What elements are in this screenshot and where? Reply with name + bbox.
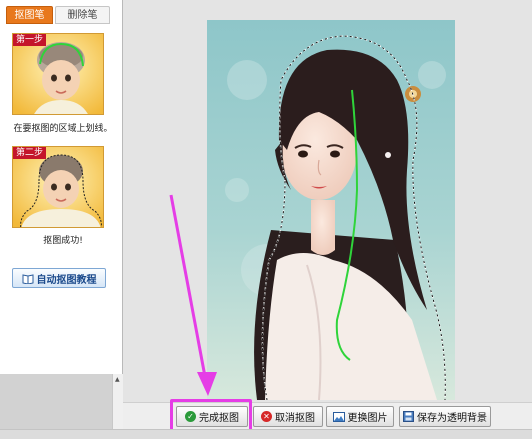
finish-cutout-button[interactable]: ✓ 完成抠图 <box>176 406 248 427</box>
step2-example-image: 第二步 <box>12 146 104 228</box>
image-icon <box>332 411 345 422</box>
save-transparent-bg-label: 保存为透明背景 <box>417 413 487 424</box>
portrait-photo[interactable] <box>207 20 455 400</box>
replace-image-button[interactable]: 更换图片 <box>326 406 394 427</box>
tab-cutout-pen[interactable]: 抠图笔 <box>6 6 53 24</box>
step1-badge: 第一步 <box>13 34 47 46</box>
checkmark-icon: ✓ <box>185 411 196 422</box>
save-disk-icon <box>403 411 414 422</box>
step2-badge: 第二步 <box>13 147 47 159</box>
step1-caption: 在要抠图的区域上划线。 <box>13 124 113 134</box>
replace-image-label: 更换图片 <box>347 413 388 424</box>
cancel-icon: ✕ <box>261 411 272 422</box>
window-bottom-edge <box>0 429 532 439</box>
finish-cutout-label: 完成抠图 <box>199 413 239 424</box>
save-transparent-bg-button[interactable]: 保存为透明背景 <box>399 406 491 427</box>
step1-example-image: 第一步 <box>12 33 104 115</box>
step2-caption: 抠图成功! <box>43 236 83 246</box>
cancel-cutout-button[interactable]: ✕ 取消抠图 <box>253 406 323 427</box>
scroll-up-arrow-icon[interactable]: ▲ <box>115 376 120 383</box>
tutorial-button-label: 自动抠图教程 <box>36 274 97 286</box>
cancel-cutout-label: 取消抠图 <box>275 413 315 424</box>
book-icon <box>22 273 33 284</box>
auto-cutout-tutorial-button[interactable]: 自动抠图教程 <box>12 268 106 288</box>
tab-eraser-pen[interactable]: 删除笔 <box>55 6 110 24</box>
